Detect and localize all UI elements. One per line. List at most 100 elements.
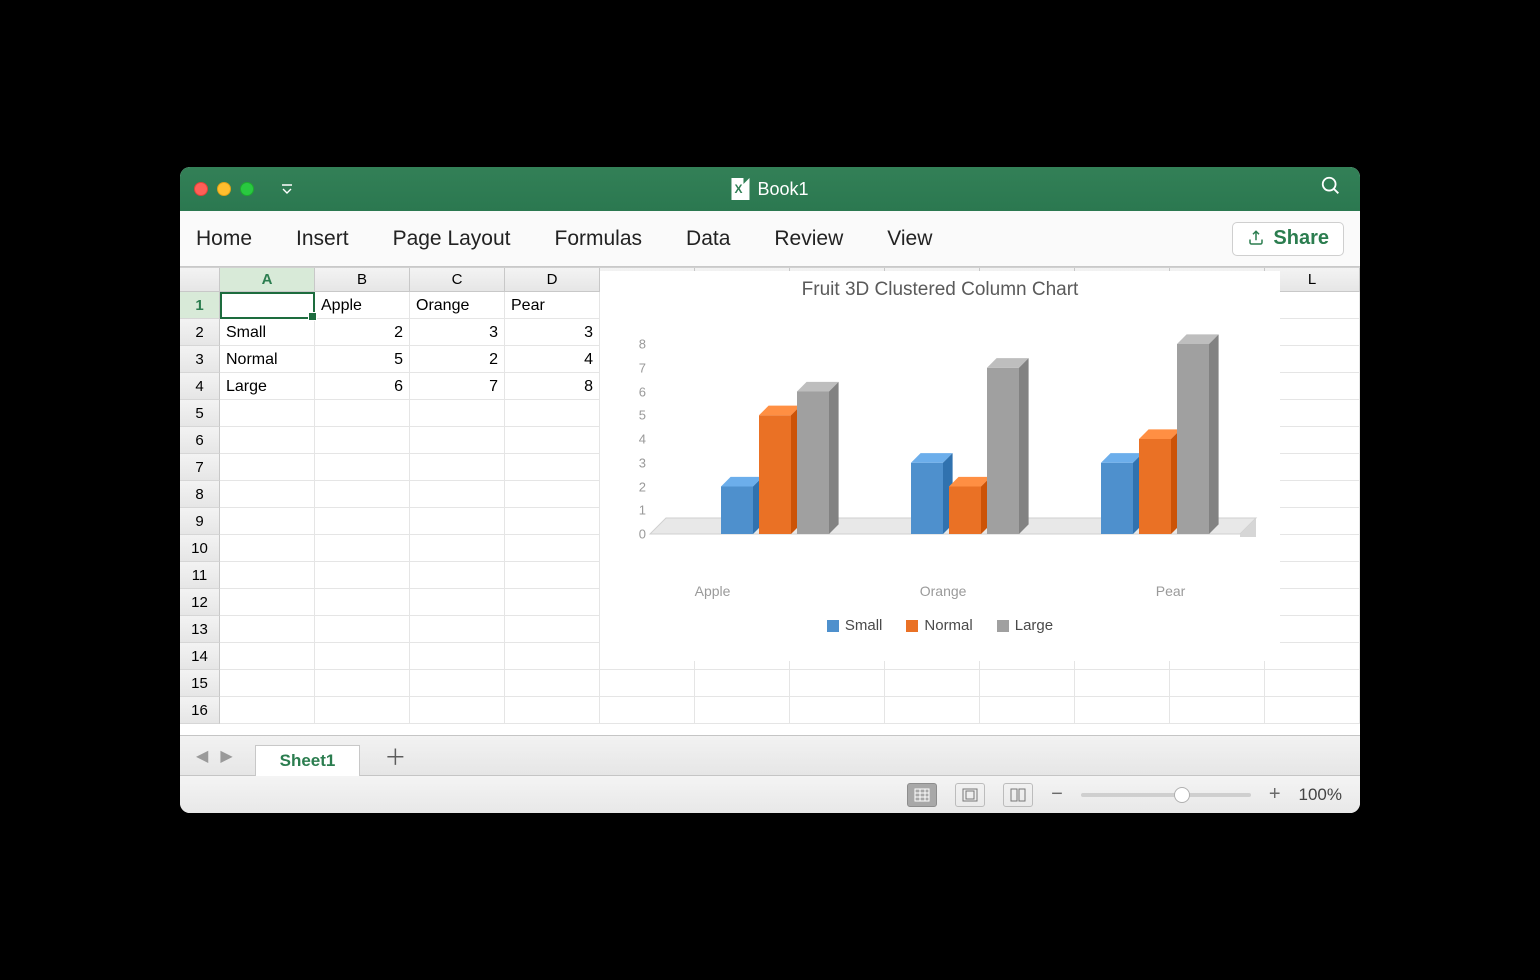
row-header[interactable]: 10 bbox=[180, 535, 220, 562]
cell[interactable] bbox=[315, 562, 410, 588]
column-header[interactable]: C bbox=[410, 268, 505, 291]
cell[interactable] bbox=[220, 643, 315, 669]
cell[interactable] bbox=[505, 427, 600, 453]
cell[interactable] bbox=[220, 535, 315, 561]
cell[interactable] bbox=[315, 535, 410, 561]
share-button[interactable]: Share bbox=[1232, 222, 1344, 256]
fullscreen-window-icon[interactable] bbox=[240, 182, 254, 196]
cell[interactable] bbox=[980, 670, 1075, 696]
row-header[interactable]: 3 bbox=[180, 346, 220, 373]
cell[interactable] bbox=[505, 643, 600, 669]
quick-access-menu-icon[interactable] bbox=[280, 181, 294, 198]
row-header[interactable]: 12 bbox=[180, 589, 220, 616]
cell[interactable] bbox=[600, 697, 695, 723]
cell[interactable] bbox=[220, 562, 315, 588]
cell[interactable] bbox=[410, 697, 505, 723]
tab-insert[interactable]: Insert bbox=[296, 227, 349, 251]
column-header[interactable]: B bbox=[315, 268, 410, 291]
cell[interactable] bbox=[410, 481, 505, 507]
row-header[interactable]: 5 bbox=[180, 400, 220, 427]
cell[interactable]: 3 bbox=[410, 319, 505, 345]
cell[interactable] bbox=[220, 670, 315, 696]
cell[interactable] bbox=[220, 400, 315, 426]
cell[interactable] bbox=[1170, 697, 1265, 723]
cell[interactable]: Pear bbox=[505, 292, 600, 318]
cell[interactable] bbox=[315, 481, 410, 507]
row-header[interactable]: 16 bbox=[180, 697, 220, 724]
cell[interactable] bbox=[315, 427, 410, 453]
cell[interactable]: Large bbox=[220, 373, 315, 399]
sheet-nav-prev-icon[interactable]: ◀ bbox=[190, 746, 214, 766]
tab-page-layout[interactable]: Page Layout bbox=[393, 227, 511, 251]
close-window-icon[interactable] bbox=[194, 182, 208, 196]
sheet-nav-next-icon[interactable]: ▶ bbox=[214, 746, 238, 766]
cell[interactable] bbox=[505, 562, 600, 588]
row-header[interactable]: 11 bbox=[180, 562, 220, 589]
row-header[interactable]: 7 bbox=[180, 454, 220, 481]
cell[interactable] bbox=[505, 508, 600, 534]
cell[interactable]: 3 bbox=[505, 319, 600, 345]
cell[interactable]: 8 bbox=[505, 373, 600, 399]
cell[interactable] bbox=[600, 670, 695, 696]
cell[interactable] bbox=[505, 697, 600, 723]
zoom-slider[interactable] bbox=[1081, 793, 1251, 797]
cell[interactable] bbox=[315, 643, 410, 669]
cell[interactable] bbox=[505, 616, 600, 642]
cell[interactable]: 2 bbox=[315, 319, 410, 345]
zoom-slider-thumb[interactable] bbox=[1174, 787, 1190, 803]
cell[interactable] bbox=[220, 454, 315, 480]
cell[interactable] bbox=[315, 508, 410, 534]
zoom-in-button[interactable]: + bbox=[1269, 783, 1281, 806]
cell[interactable] bbox=[315, 697, 410, 723]
cell[interactable] bbox=[410, 427, 505, 453]
cell[interactable] bbox=[410, 562, 505, 588]
cell[interactable] bbox=[505, 481, 600, 507]
cell[interactable] bbox=[790, 670, 885, 696]
cell[interactable] bbox=[410, 508, 505, 534]
row-header[interactable]: 13 bbox=[180, 616, 220, 643]
worksheet-grid[interactable]: ABCDEFGHIJKL 12345678910111213141516 App… bbox=[180, 267, 1360, 735]
cell[interactable] bbox=[410, 535, 505, 561]
row-header[interactable]: 9 bbox=[180, 508, 220, 535]
select-all-corner[interactable] bbox=[180, 268, 220, 291]
cell[interactable] bbox=[220, 589, 315, 615]
zoom-level[interactable]: 100% bbox=[1299, 785, 1342, 805]
cell[interactable]: Orange bbox=[410, 292, 505, 318]
tab-view[interactable]: View bbox=[887, 227, 932, 251]
cell[interactable] bbox=[315, 589, 410, 615]
cell[interactable]: 2 bbox=[410, 346, 505, 372]
tab-data[interactable]: Data bbox=[686, 227, 730, 251]
sheet-tab-active[interactable]: Sheet1 bbox=[255, 745, 361, 776]
cell[interactable] bbox=[980, 697, 1075, 723]
cell[interactable] bbox=[1075, 697, 1170, 723]
row-header[interactable]: 14 bbox=[180, 643, 220, 670]
cell[interactable] bbox=[220, 616, 315, 642]
view-normal-icon[interactable] bbox=[907, 783, 937, 807]
cell[interactable] bbox=[220, 292, 315, 318]
cell[interactable] bbox=[220, 481, 315, 507]
row-header[interactable]: 4 bbox=[180, 373, 220, 400]
cell[interactable] bbox=[505, 454, 600, 480]
cell[interactable] bbox=[1265, 697, 1360, 723]
cell[interactable] bbox=[220, 508, 315, 534]
cell[interactable] bbox=[505, 535, 600, 561]
tab-review[interactable]: Review bbox=[774, 227, 843, 251]
row-header[interactable]: 1 bbox=[180, 292, 220, 319]
cell[interactable] bbox=[220, 697, 315, 723]
cell[interactable] bbox=[505, 400, 600, 426]
cell[interactable]: 5 bbox=[315, 346, 410, 372]
cell[interactable] bbox=[315, 670, 410, 696]
cell[interactable] bbox=[885, 670, 980, 696]
add-sheet-button[interactable]: ＋ bbox=[384, 740, 406, 772]
cell[interactable] bbox=[695, 670, 790, 696]
cell[interactable] bbox=[315, 616, 410, 642]
cell[interactable] bbox=[410, 643, 505, 669]
cell[interactable] bbox=[1170, 670, 1265, 696]
cell[interactable] bbox=[1075, 670, 1170, 696]
cell[interactable] bbox=[315, 400, 410, 426]
cell[interactable] bbox=[410, 616, 505, 642]
search-icon[interactable] bbox=[1320, 175, 1342, 203]
row-header[interactable]: 15 bbox=[180, 670, 220, 697]
row-header[interactable]: 6 bbox=[180, 427, 220, 454]
cell[interactable]: 6 bbox=[315, 373, 410, 399]
